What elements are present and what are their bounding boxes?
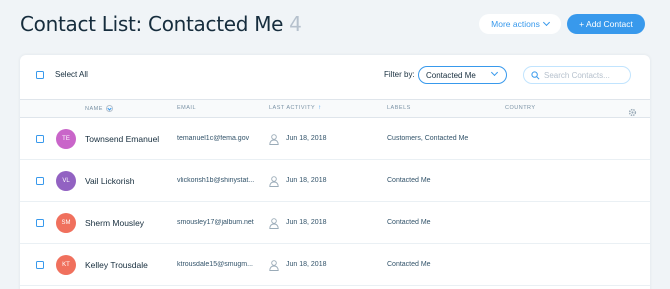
sort-arrow-up-icon: ↑: [318, 105, 322, 111]
avatar: SM: [56, 213, 76, 233]
person-icon: [269, 216, 279, 234]
contact-name[interactable]: Townsend Emanuel: [85, 134, 159, 144]
column-header-labels-label: LABELS: [387, 105, 411, 111]
avatar: TE: [56, 129, 76, 149]
contact-email: smousley17@jalbum.net: [177, 219, 254, 226]
last-activity-date: Jun 18, 2018: [286, 261, 327, 268]
column-header-last-activity[interactable]: LAST ACTIVITY ↑: [269, 105, 322, 111]
contacts-card: Select All Filter by: Contacted Me Searc…: [20, 55, 650, 289]
column-header-name[interactable]: NAME: [85, 105, 113, 112]
contact-email: vlickorish1b@shinystat...: [177, 177, 255, 184]
add-contact-button[interactable]: + Add Contact: [567, 14, 645, 34]
column-header-last-activity-label: LAST ACTIVITY: [269, 105, 316, 111]
contact-name[interactable]: Sherm Mousley: [85, 218, 144, 228]
table-header: NAME EMAIL LAST ACTIVITY ↑ LABELS COUNTR…: [20, 100, 650, 118]
contact-labels: Contacted Me: [387, 219, 431, 226]
filter-dropdown[interactable]: Contacted Me: [418, 66, 507, 84]
sort-icon: [105, 105, 113, 112]
column-header-name-label: NAME: [85, 105, 103, 112]
chevron-down-icon: [490, 68, 499, 77]
page-title-text: Contact List: Contacted Me: [20, 12, 284, 36]
contact-labels: Contacted Me: [387, 177, 431, 184]
table-row[interactable]: TE Townsend Emanuel temanuel1c@fema.gov …: [20, 118, 650, 160]
last-activity-date: Jun 18, 2018: [286, 177, 327, 184]
contact-name[interactable]: Kelley Trousdale: [85, 260, 148, 270]
search-placeholder: Search Contacts...: [544, 70, 610, 80]
contact-labels: Customers, Contacted Me: [387, 135, 469, 142]
table-row[interactable]: SM Sherm Mousley smousley17@jalbum.net J…: [20, 202, 650, 244]
last-activity-date: Jun 18, 2018: [286, 135, 327, 142]
more-actions-label: More actions: [491, 19, 540, 29]
person-icon: [269, 258, 279, 276]
row-checkbox[interactable]: [36, 261, 44, 269]
select-all-checkbox[interactable]: [36, 71, 44, 79]
page-title: Contact List: Contacted Me 4: [20, 12, 302, 36]
table-row[interactable]: KT Kelley Trousdale ktrousdale15@smugm..…: [20, 244, 650, 286]
column-header-country[interactable]: COUNTRY: [505, 105, 536, 111]
filter-value: Contacted Me: [426, 70, 476, 80]
chevron-down-icon: [542, 18, 550, 27]
add-contact-label: + Add Contact: [579, 19, 633, 29]
contact-name[interactable]: Vail Lickorish: [85, 176, 134, 186]
column-header-email-label: EMAIL: [177, 105, 197, 111]
more-actions-button[interactable]: More actions: [479, 14, 561, 34]
contact-email: ktrousdale15@smugm...: [177, 261, 253, 268]
search-icon: [531, 70, 540, 80]
column-header-country-label: COUNTRY: [505, 105, 536, 111]
filter-label: Filter by:: [384, 70, 415, 79]
table-toolbar: Select All Filter by: Contacted Me Searc…: [20, 55, 650, 100]
column-header-email[interactable]: EMAIL: [177, 105, 196, 111]
select-all-label: Select All: [55, 70, 88, 79]
row-checkbox[interactable]: [36, 135, 44, 143]
search-input[interactable]: Search Contacts...: [523, 66, 631, 84]
contact-count: 4: [289, 12, 302, 36]
row-checkbox[interactable]: [36, 177, 44, 185]
page-header: Contact List: Contacted Me 4 More actions…: [0, 0, 670, 50]
column-header-labels[interactable]: LABELS: [387, 105, 411, 111]
person-icon: [269, 132, 279, 150]
row-checkbox[interactable]: [36, 219, 44, 227]
contact-labels: Contacted Me: [387, 261, 431, 268]
avatar: VL: [56, 171, 76, 191]
avatar: KT: [56, 255, 76, 275]
table-row[interactable]: VL Vail Lickorish vlickorish1b@shinystat…: [20, 160, 650, 202]
contact-email: temanuel1c@fema.gov: [177, 135, 250, 142]
last-activity-date: Jun 18, 2018: [286, 219, 327, 226]
person-icon: [269, 174, 279, 192]
